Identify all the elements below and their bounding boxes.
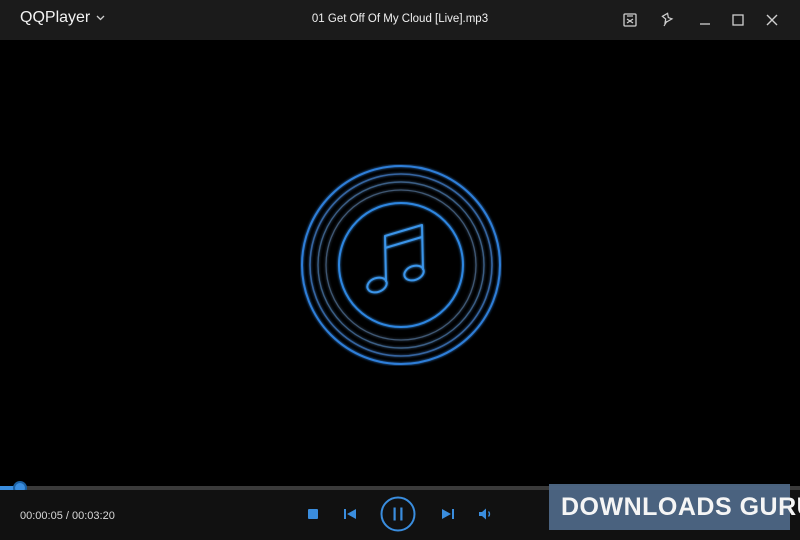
close-icon xyxy=(765,13,779,27)
maximize-button[interactable] xyxy=(726,8,750,32)
stop-button[interactable] xyxy=(304,505,322,523)
app-menu-button[interactable]: QQPlayer xyxy=(20,9,105,27)
title-bar: QQPlayer 01 Get Off Of My Cloud [Live].m… xyxy=(0,0,800,40)
volume-button[interactable] xyxy=(476,505,496,523)
watermark-text: DOWNLOADS GURU xyxy=(561,492,800,521)
next-button[interactable] xyxy=(438,505,458,523)
screenshot-button[interactable] xyxy=(618,8,642,32)
pause-button[interactable] xyxy=(380,496,416,532)
watermark-banner: DOWNLOADS GURU xyxy=(549,484,800,530)
next-icon xyxy=(441,508,455,520)
maximize-icon xyxy=(731,13,745,27)
pin-button[interactable] xyxy=(656,8,680,32)
music-note-icon xyxy=(366,224,425,294)
pause-icon xyxy=(380,496,416,532)
album-art-disc xyxy=(300,164,502,366)
close-button[interactable] xyxy=(760,8,784,32)
previous-button[interactable] xyxy=(340,505,360,523)
screenshot-icon xyxy=(622,12,638,28)
previous-icon xyxy=(343,508,357,520)
time-display: 00:00:05 / 00:03:20 xyxy=(20,510,115,522)
pin-icon xyxy=(660,12,676,28)
minimize-button[interactable] xyxy=(693,8,717,32)
video-area[interactable] xyxy=(0,40,800,486)
track-title: 01 Get Off Of My Cloud [Live].mp3 xyxy=(311,13,489,25)
stop-icon xyxy=(307,508,319,520)
volume-icon xyxy=(478,507,494,521)
app-name: QQPlayer xyxy=(20,9,91,26)
chevron-down-icon xyxy=(96,15,105,21)
minimize-icon xyxy=(698,13,712,27)
